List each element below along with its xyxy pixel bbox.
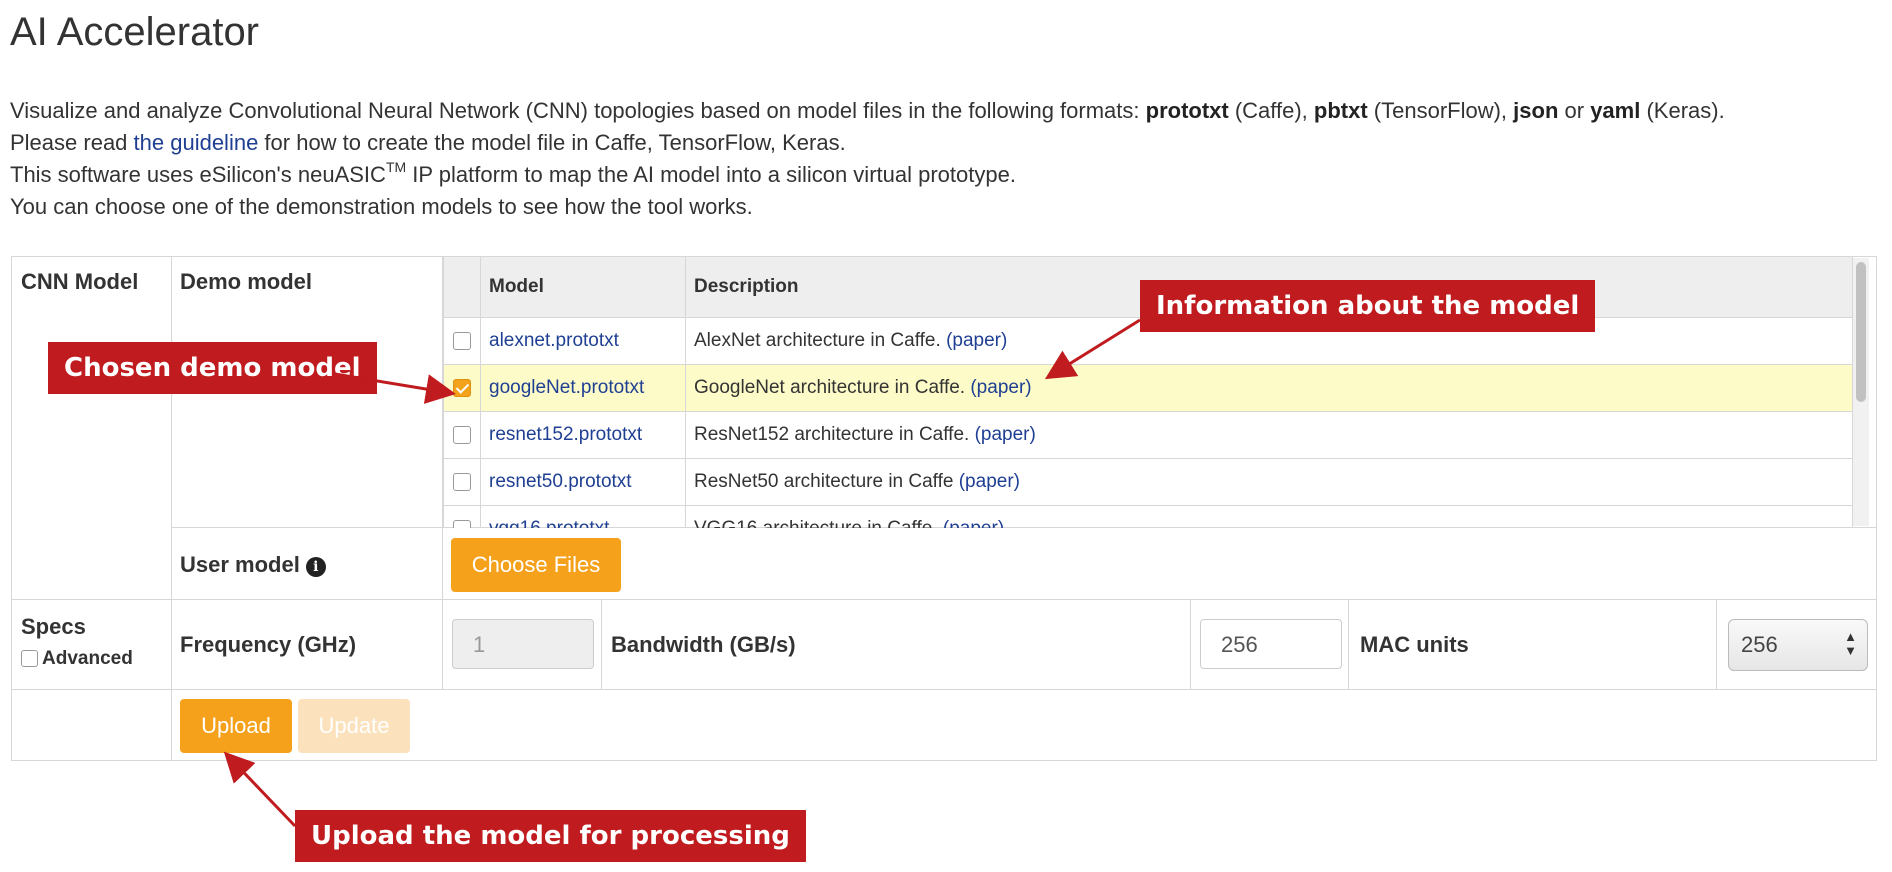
frequency-input[interactable]: 1 (452, 619, 594, 669)
row-checkbox-checked[interactable] (453, 378, 471, 397)
grid-line (1716, 599, 1717, 689)
grid-line (442, 527, 443, 689)
model-link[interactable]: alexnet.prototxt (489, 330, 619, 351)
model-description: GoogleNet architecture in Caffe. (694, 377, 966, 398)
model-link[interactable]: googleNet.prototxt (489, 377, 644, 398)
cnn-model-label: CNN Model (21, 269, 139, 294)
page-title: AI Accelerator (10, 10, 260, 54)
grid-line (11, 689, 1877, 690)
header-select-col (443, 256, 481, 318)
mac-units-select[interactable]: 256 ▲ ▼ (1728, 619, 1868, 671)
intro-line-demo: You can choose one of the demonstration … (10, 194, 753, 219)
paper-link[interactable]: (paper) (946, 330, 1007, 351)
guideline-link[interactable]: the guideline (134, 130, 259, 155)
select-arrows-icon: ▲ ▼ (1844, 629, 1857, 658)
grid-line (1190, 599, 1191, 689)
model-link[interactable]: vgg16.prototxt (489, 518, 609, 528)
grid-line (171, 256, 172, 761)
table-row[interactable]: resnet50.prototxt ResNet50 architecture … (443, 458, 1853, 506)
advanced-checkbox[interactable] (21, 650, 38, 668)
user-model-label: User model i (180, 552, 326, 578)
intro-line-guideline: Please read the guideline for how to cre… (10, 130, 846, 155)
grid-line (601, 599, 602, 689)
grid-line (1348, 599, 1349, 689)
intro-line-software: This software uses eSilicon's neuASICTM … (10, 159, 1016, 187)
row-checkbox[interactable] (453, 472, 471, 491)
model-description: ResNet50 architecture in Caffe (694, 471, 954, 492)
specs-label: Specs (21, 614, 86, 639)
upload-callout: Upload the model for processing (295, 810, 806, 862)
table-row[interactable]: vgg16.prototxt VGG16 architecture in Caf… (443, 505, 1853, 528)
row-checkbox[interactable] (453, 331, 471, 350)
bandwidth-input[interactable]: 256 (1200, 619, 1342, 669)
scrollbar-thumb[interactable] (1856, 262, 1866, 402)
row-checkbox[interactable] (453, 425, 471, 444)
upload-button[interactable]: Upload (180, 699, 292, 753)
model-description: VGG16 architecture in Caffe. (694, 518, 938, 528)
model-link[interactable]: resnet50.prototxt (489, 471, 632, 492)
info-icon[interactable]: i (305, 557, 326, 577)
choose-files-button[interactable]: Choose Files (451, 538, 621, 592)
demo-table-scrollbar[interactable] (1853, 258, 1869, 526)
table-row-selected[interactable]: googleNet.prototxt GoogleNet architectur… (443, 364, 1853, 412)
intro-line-formats: Visualize and analyze Convolutional Neur… (10, 98, 1725, 123)
arrow-to-upload (223, 751, 297, 828)
mac-units-label: MAC units (1360, 632, 1469, 657)
info-callout: Information about the model (1140, 280, 1596, 332)
model-description: AlexNet architecture in Caffe. (694, 330, 941, 351)
paper-link[interactable]: (paper) (975, 424, 1036, 445)
update-button: Update (298, 699, 410, 753)
advanced-option[interactable]: Advanced (21, 648, 133, 670)
header-model: Model (480, 256, 686, 318)
grid-line (11, 599, 1877, 600)
frequency-label: Frequency (GHz) (180, 632, 357, 657)
model-link[interactable]: resnet152.prototxt (489, 424, 642, 445)
chosen-model-callout: Chosen demo model (48, 342, 377, 394)
model-description: ResNet152 architecture in Caffe. (694, 424, 970, 445)
intro-text: Visualize and analyze Convolutional Neur… (10, 95, 1870, 223)
row-checkbox[interactable] (453, 519, 471, 528)
demo-model-label: Demo model (180, 269, 313, 294)
table-row[interactable]: resnet152.prototxt ResNet152 architectur… (443, 411, 1853, 459)
paper-link[interactable]: (paper) (970, 377, 1031, 398)
paper-link[interactable]: (paper) (943, 518, 1004, 528)
bandwidth-label: Bandwidth (GB/s) (611, 632, 796, 657)
paper-link[interactable]: (paper) (959, 471, 1020, 492)
